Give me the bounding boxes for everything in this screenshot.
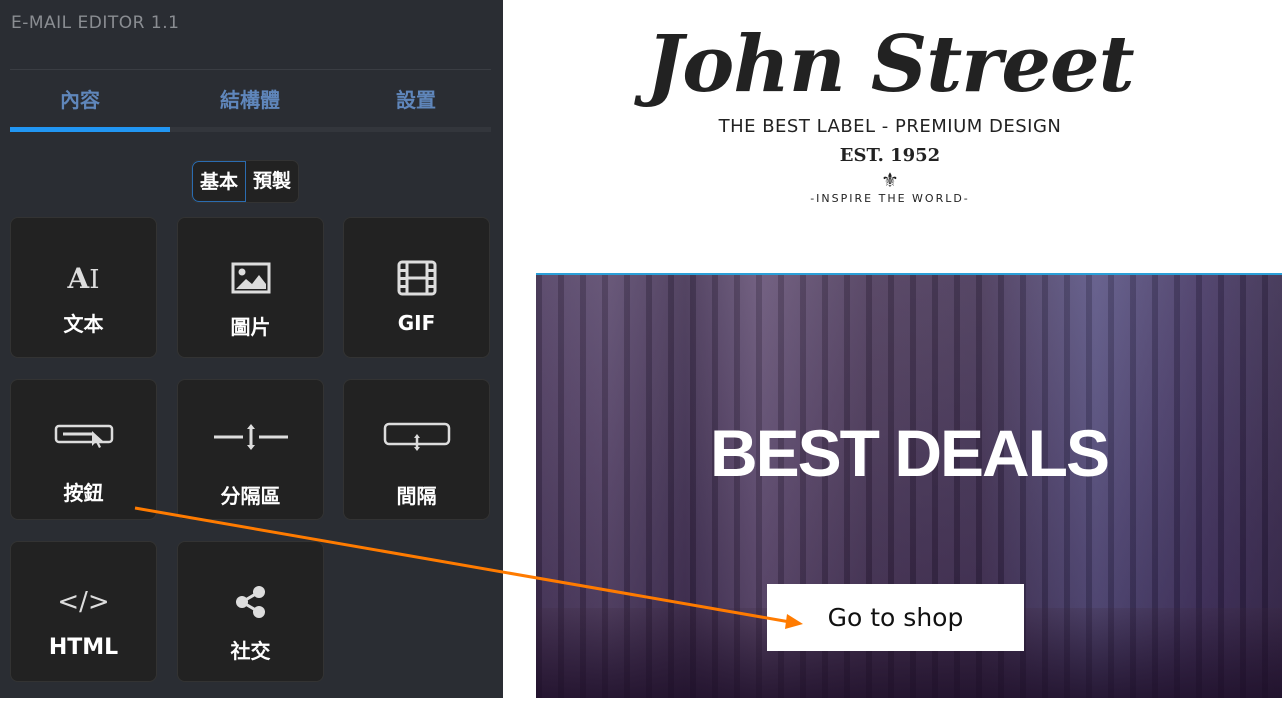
block-label: 文本 <box>63 312 104 336</box>
tab-structure[interactable]: 結構體 <box>170 84 330 113</box>
block-social[interactable]: 社交 <box>177 541 324 682</box>
block-label: 間隔 <box>396 484 437 508</box>
block-spacer[interactable]: 間隔 <box>343 379 490 520</box>
image-icon <box>178 258 323 298</box>
button-icon <box>11 422 156 452</box>
block-label: HTML <box>48 635 119 660</box>
segment-basic[interactable]: 基本 <box>192 161 247 202</box>
block-label: 圖片 <box>230 315 271 339</box>
editor-sidebar: E-MAIL EDITOR 1.1 內容 結構體 設置 基本 預製 AI 文本 … <box>0 0 503 698</box>
spacer-icon <box>344 422 489 452</box>
block-label: GIF <box>397 311 436 335</box>
code-icon: </> <box>57 587 110 617</box>
logo-name: John Street <box>646 19 1134 110</box>
fleur-icon: ⚜ <box>881 168 899 192</box>
brand-logo[interactable]: John Street THE BEST LABEL - PREMIUM DES… <box>620 19 1160 206</box>
hero-banner[interactable]: BEST DEALS Go to shop <box>536 273 1282 698</box>
app-title: E-MAIL EDITOR 1.1 <box>11 13 180 33</box>
logo-tagline: THE BEST LABEL - PREMIUM DESIGN <box>718 116 1062 137</box>
share-icon <box>178 582 323 622</box>
divider-icon <box>178 422 323 452</box>
tab-indicator-bar <box>10 127 491 132</box>
tab-content[interactable]: 內容 <box>0 84 160 113</box>
logo-motto: -INSPIRE THE WORLD- <box>810 192 970 205</box>
block-gif[interactable]: GIF <box>343 217 490 358</box>
go-to-shop-button[interactable]: Go to shop <box>767 584 1024 651</box>
block-image[interactable]: 圖片 <box>177 217 324 358</box>
block-label: 分隔區 <box>220 484 281 508</box>
block-button[interactable]: 按鈕 <box>10 379 157 520</box>
tab-settings[interactable]: 設置 <box>336 84 496 113</box>
hero-title: BEST DEALS <box>709 416 1110 490</box>
active-tab-indicator <box>10 127 170 132</box>
block-html[interactable]: </> HTML <box>10 541 157 682</box>
block-type-toggle: 基本 預製 <box>191 160 300 203</box>
block-label: 按鈕 <box>63 481 104 505</box>
block-text[interactable]: AI 文本 <box>10 217 157 358</box>
block-label: 社交 <box>230 639 271 663</box>
text-icon: AI <box>67 261 100 295</box>
divider <box>10 69 491 70</box>
block-divider[interactable]: 分隔區 <box>177 379 324 520</box>
logo-est: EST. 1952 <box>839 145 941 166</box>
film-icon <box>344 258 489 298</box>
segment-prebuilt[interactable]: 預製 <box>246 161 298 202</box>
